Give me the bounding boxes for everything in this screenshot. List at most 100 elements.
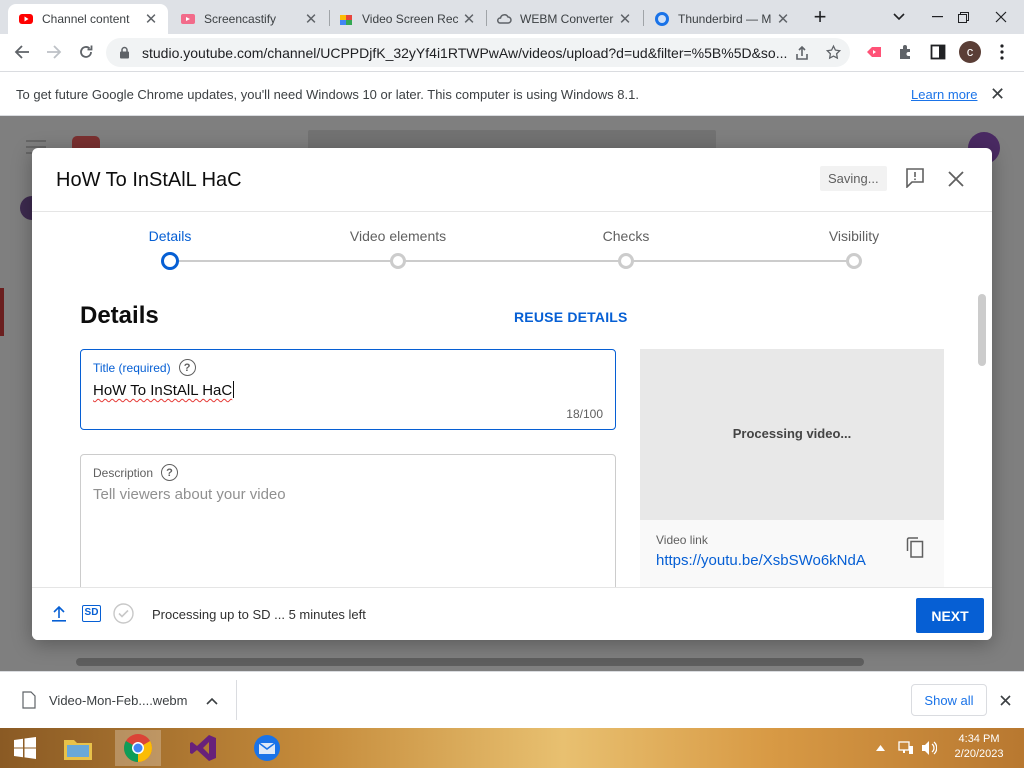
- file-explorer-button[interactable]: [55, 730, 101, 766]
- stepper-line: [170, 260, 854, 262]
- tab-title: Video Screen Rec: [362, 12, 458, 26]
- tab-close-icon[interactable]: ✕: [776, 10, 790, 28]
- folder-icon: [64, 740, 92, 760]
- star-icon[interactable]: [825, 44, 842, 61]
- profile-button[interactable]: c: [956, 38, 984, 66]
- tab-title: Channel content: [42, 12, 130, 26]
- lock-icon: [120, 46, 129, 59]
- chevron-down-icon: [893, 13, 905, 21]
- tab-close-icon[interactable]: ✕: [304, 10, 318, 28]
- browser-toolbar: studio.youtube.com/channel/UCPPDjfK_32yY…: [0, 34, 1024, 72]
- address-bar[interactable]: studio.youtube.com/channel/UCPPDjfK_32yY…: [106, 38, 850, 67]
- download-bar: Video-Mon-Feb....webm Show all: [0, 671, 1024, 728]
- side-panel-icon: [930, 44, 946, 60]
- step-details-dot[interactable]: [161, 252, 179, 270]
- reload-button[interactable]: [72, 38, 100, 66]
- upload-stepper: Details Video elements Checks Visibility: [32, 212, 992, 282]
- step-checks-dot[interactable]: [618, 253, 634, 269]
- text-caret: [233, 381, 235, 398]
- step-visibility-dot[interactable]: [846, 253, 862, 269]
- chevron-up-icon[interactable]: [206, 697, 218, 705]
- file-icon: [22, 691, 36, 709]
- tab-close-icon[interactable]: ✕: [618, 10, 632, 28]
- tab-video-screen-rec[interactable]: Video Screen Rec ✕: [328, 4, 486, 34]
- upload-status: Processing up to SD ... 5 minutes left: [152, 607, 366, 622]
- step-visibility-label[interactable]: Visibility: [829, 228, 879, 244]
- thunderbird-icon: [655, 12, 669, 26]
- forward-button[interactable]: [40, 38, 68, 66]
- step-details-label[interactable]: Details: [149, 228, 192, 244]
- tab-close-icon[interactable]: ✕: [144, 10, 158, 28]
- side-panel-button[interactable]: [924, 38, 952, 66]
- dialog-header: HoW To InStAlL HaC Saving...: [32, 148, 992, 212]
- volume-icon[interactable]: [921, 740, 937, 756]
- saving-status: Saving...: [820, 166, 887, 191]
- title-field-label: Title (required) ?: [93, 359, 196, 376]
- chrome-store-icon: [340, 15, 352, 25]
- start-button[interactable]: [2, 730, 48, 766]
- page-scrollbar: [76, 658, 864, 666]
- title-input-value: HoW To InStAlL HaC: [93, 382, 233, 399]
- new-tab-button[interactable]: +: [798, 0, 842, 34]
- system-clock[interactable]: 4:34 PM 2/20/2023: [944, 732, 1014, 762]
- step-video-elements-dot[interactable]: [390, 253, 406, 269]
- menu-icon: [26, 140, 46, 142]
- copy-icon[interactable]: [906, 537, 924, 558]
- tab-screencastify[interactable]: Screencastify ✕: [170, 4, 328, 34]
- tab-webm-converter[interactable]: WEBM Converter ✕: [486, 4, 642, 34]
- windows-logo-icon: [14, 737, 36, 759]
- show-all-button[interactable]: Show all: [911, 684, 987, 716]
- video-link[interactable]: https://youtu.be/XsbSWo6kNdA: [656, 552, 866, 569]
- dialog-footer: SD Processing up to SD ... 5 minutes lef…: [32, 587, 992, 640]
- description-field[interactable]: Description ? Tell viewers about your vi…: [80, 454, 616, 604]
- step-checks-label[interactable]: Checks: [603, 228, 650, 244]
- tab-strip: Channel content ✕ Screencastify ✕ Video …: [0, 0, 1024, 34]
- url-text: studio.youtube.com/channel/UCPPDjfK_32yY…: [142, 45, 788, 61]
- active-nav-indicator: [0, 288, 4, 336]
- window-close-button[interactable]: [978, 0, 1024, 34]
- video-preview-card: Processing video... Video link https://y…: [640, 349, 944, 587]
- back-button[interactable]: [8, 38, 36, 66]
- section-heading: Details: [80, 302, 159, 329]
- network-icon[interactable]: [898, 740, 914, 756]
- download-filename[interactable]: Video-Mon-Feb....webm: [49, 693, 188, 708]
- infobar-message: To get future Google Chrome updates, you…: [16, 87, 639, 102]
- visual-studio-button[interactable]: [180, 730, 226, 766]
- reload-icon: [80, 45, 93, 58]
- step-video-elements-label[interactable]: Video elements: [350, 228, 446, 244]
- extensions-button[interactable]: [892, 38, 920, 66]
- tab-thunderbird[interactable]: Thunderbird — M ✕: [644, 4, 800, 34]
- video-preview: Processing video...: [640, 349, 944, 520]
- tab-channel-content[interactable]: Channel content ✕: [8, 4, 168, 34]
- screencastify-extension-button[interactable]: [860, 38, 888, 66]
- title-field[interactable]: Title (required) ? HoW To InStAlL HaC 18…: [80, 349, 616, 430]
- help-icon[interactable]: ?: [161, 464, 179, 481]
- thunderbird-taskbar-button[interactable]: [244, 730, 290, 766]
- share-icon[interactable]: [794, 45, 810, 61]
- chrome-icon: [124, 734, 152, 762]
- close-icon[interactable]: [948, 171, 964, 187]
- chrome-taskbar-button[interactable]: [115, 730, 161, 766]
- tab-title: Screencastify: [204, 12, 277, 26]
- divider: [236, 680, 237, 720]
- close-icon[interactable]: [1000, 695, 1011, 706]
- title-label-text: Title (required): [93, 360, 171, 375]
- learn-more-link[interactable]: Learn more: [911, 87, 977, 102]
- chrome-menu-button[interactable]: [988, 38, 1016, 66]
- tray-overflow-icon[interactable]: [876, 745, 885, 751]
- title-input[interactable]: HoW To InStAlL HaC: [93, 381, 235, 399]
- cloud-icon: [497, 14, 512, 24]
- feedback-icon[interactable]: [906, 168, 924, 188]
- screencastify-icon: [867, 47, 881, 57]
- arrow-right-icon: [47, 45, 62, 59]
- character-count: 18/100: [566, 407, 603, 421]
- infobar-close-icon[interactable]: ✕: [990, 84, 1005, 105]
- dialog-scrollbar[interactable]: [978, 294, 986, 366]
- tab-close-icon[interactable]: ✕: [462, 10, 476, 28]
- upload-dialog: HoW To InStAlL HaC Saving... Details Vid…: [32, 148, 992, 640]
- next-button[interactable]: NEXT: [916, 598, 984, 633]
- help-icon[interactable]: ?: [178, 359, 196, 376]
- description-placeholder[interactable]: Tell viewers about your video: [93, 486, 286, 503]
- reuse-details-button[interactable]: REUSE DETAILS: [514, 309, 628, 325]
- windows-taskbar: 4:34 PM 2/20/2023: [0, 728, 1024, 768]
